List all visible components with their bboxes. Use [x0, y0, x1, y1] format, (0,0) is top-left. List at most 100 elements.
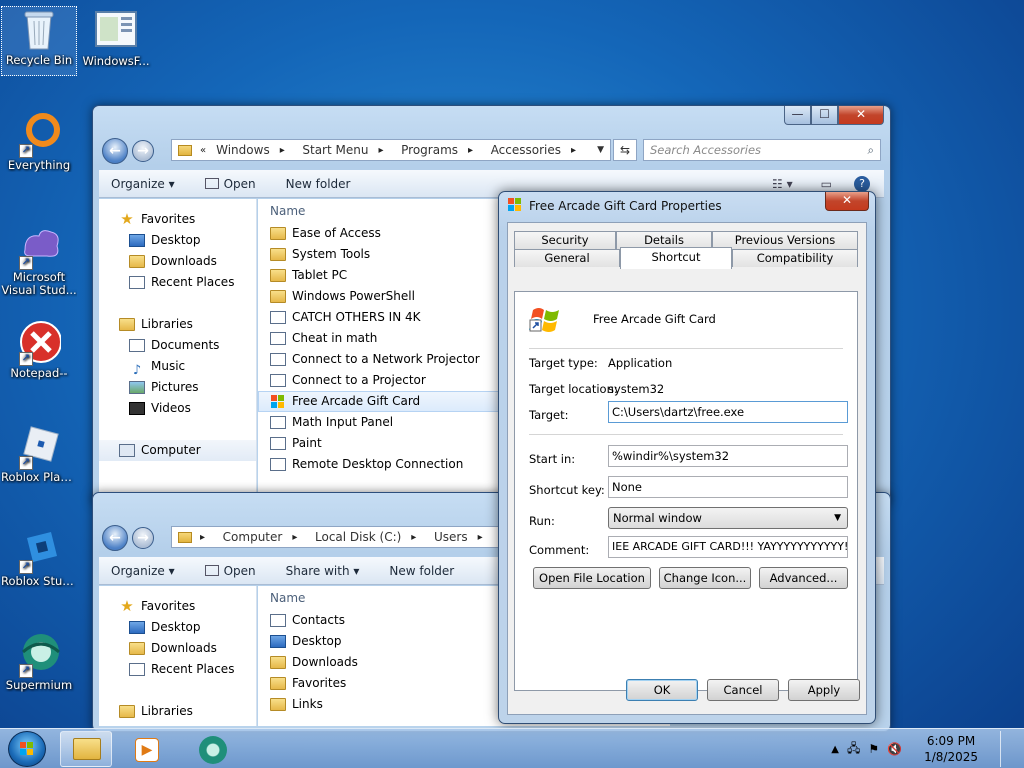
pictures-icon	[129, 381, 145, 394]
nav-music[interactable]: ♪ Music	[99, 356, 256, 378]
desktop-icon-recycle-bin[interactable]: Recycle Bin	[1, 6, 77, 76]
show-desktop-button[interactable]	[1000, 731, 1012, 767]
breadcrumb-item[interactable]: Users	[434, 530, 468, 544]
address-dropdown-icon[interactable]: ▼	[597, 145, 604, 155]
breadcrumb-item[interactable]: Accessories	[491, 143, 561, 157]
nav-libraries[interactable]: Libraries	[99, 701, 256, 722]
forward-button[interactable]: →	[132, 140, 154, 162]
start-in-field[interactable]: %windir%\system32	[608, 445, 848, 467]
downloads-icon	[270, 656, 286, 669]
nav-documents[interactable]: Documents	[99, 335, 256, 356]
desktop-icon-everything[interactable]: ↗ Everything	[1, 112, 77, 172]
downloads-icon	[129, 642, 145, 655]
properties-dialog[interactable]: Free Arcade Gift Card Properties ✕ Secur…	[498, 191, 876, 724]
refresh-button[interactable]: ⇆	[613, 139, 637, 161]
close-button[interactable]: ✕	[838, 106, 884, 125]
windows-features-icon	[94, 8, 138, 52]
nav-videos[interactable]: Videos	[99, 398, 256, 419]
breadcrumb-item[interactable]: Computer	[223, 530, 283, 544]
downloads-icon	[129, 255, 145, 268]
nav-pictures[interactable]: Pictures	[99, 377, 256, 398]
taskbar-media-player-button[interactable]: ▶	[120, 731, 172, 767]
breadcrumb-item[interactable]: Programs	[401, 143, 458, 157]
desktop-icon-roblox-player[interactable]: ↗ Roblox Player	[1, 424, 77, 484]
tab-previous-versions[interactable]: Previous Versions	[712, 231, 858, 249]
nav-downloads[interactable]: Downloads	[99, 638, 256, 659]
tab-shortcut[interactable]: Shortcut	[620, 247, 732, 269]
action-center-flag-icon[interactable]: ⚑	[868, 742, 879, 756]
preview-pane-icon[interactable]: ▭	[821, 177, 832, 191]
nav-libraries[interactable]: Libraries	[99, 314, 256, 335]
back-button[interactable]: ←	[102, 525, 128, 551]
help-icon[interactable]: ?	[854, 175, 870, 192]
nav-favorites[interactable]: ★ Favorites	[99, 596, 256, 617]
open-button[interactable]: Open	[204, 177, 256, 191]
new-folder-button[interactable]: New folder	[389, 564, 454, 578]
breadcrumb-item[interactable]: Windows	[216, 143, 270, 157]
target-location-label: Target location:	[529, 382, 618, 396]
dialog-close-button[interactable]: ✕	[825, 192, 869, 211]
show-hidden-icons-icon[interactable]: ▲	[831, 744, 839, 755]
new-folder-button[interactable]: New folder	[286, 177, 351, 191]
desktop-icon-supermium[interactable]: ↗ Supermium	[1, 632, 77, 692]
desktop-icon-roblox-studio[interactable]: ↗ Roblox Studio	[1, 528, 77, 588]
shortcut-key-field[interactable]: None	[608, 476, 848, 498]
advanced-button[interactable]: Advanced...	[759, 567, 848, 589]
breadcrumb-item[interactable]: Start Menu	[302, 143, 368, 157]
search-input[interactable]: Search Accessories ⌕	[643, 139, 881, 161]
roblox-studio-icon: ↗	[17, 528, 61, 574]
windows-logo-icon	[20, 742, 34, 755]
target-field[interactable]: C:\Users\dartz\free.exe	[608, 401, 848, 423]
network-icon[interactable]: 🖧	[847, 739, 860, 760]
open-button[interactable]: Open	[204, 564, 256, 578]
comment-field[interactable]: IEE ARCADE GIFT CARD!!! YAYYYYYYYYYYY!!!…	[608, 536, 848, 558]
breadcrumb-item[interactable]: Local Disk (C:)	[315, 530, 401, 544]
address-bar[interactable]: « Windows ▸ Start Menu ▸ Programs ▸ Accesso…	[171, 139, 611, 161]
desktop-icon-visual-studio[interactable]: ↗ Microsoft Visual Stud...	[1, 224, 77, 297]
volume-muted-icon[interactable]: 🔇	[887, 742, 902, 756]
remote-desktop-icon	[270, 458, 286, 471]
nav-downloads[interactable]: Downloads	[99, 251, 256, 272]
app-windows-logo-icon	[529, 304, 561, 337]
open-file-location-button[interactable]: Open File Location	[533, 567, 651, 589]
minimize-button[interactable]: —	[784, 106, 811, 125]
roblox-player-icon: ↗	[17, 424, 61, 470]
address-bar[interactable]: ▸ Computer▸ Local Disk (C:)▸ Users▸ dart…	[171, 526, 501, 548]
nav-computer[interactable]: Computer	[99, 440, 256, 461]
desktop-icon-notepad[interactable]: ↗ Notepad--	[1, 320, 77, 380]
shortcut-icon	[270, 332, 286, 345]
shortcut-arrow-icon: ↗	[19, 352, 33, 366]
nav-recent-places[interactable]: Recent Places	[99, 272, 256, 293]
clock[interactable]: 6:09 PM 1/8/2025	[924, 733, 978, 765]
organize-button[interactable]: Organize ▾	[111, 564, 175, 578]
tab-security[interactable]: Security	[514, 231, 616, 249]
star-icon: ★	[120, 597, 134, 615]
tab-compatibility[interactable]: Compatibility	[732, 249, 858, 267]
folder-icon	[73, 738, 101, 760]
view-options-icon[interactable]: ☷ ▾	[772, 177, 793, 191]
back-button[interactable]: ←	[102, 138, 128, 164]
apply-button[interactable]: Apply	[788, 679, 860, 701]
taskbar-supermium-button[interactable]	[186, 731, 238, 767]
ok-button[interactable]: OK	[626, 679, 698, 701]
share-with-button[interactable]: Share with ▾	[286, 564, 360, 578]
cancel-button[interactable]: Cancel	[707, 679, 779, 701]
organize-button[interactable]: Organize ▾	[111, 177, 175, 191]
paint-icon	[270, 437, 286, 450]
everything-search-icon: ↗	[17, 112, 61, 158]
change-icon-button[interactable]: Change Icon...	[659, 567, 751, 589]
libraries-icon	[119, 705, 135, 718]
run-select[interactable]: Normal window ▼	[608, 507, 848, 529]
nav-recent-places[interactable]: Recent Places	[99, 659, 256, 680]
start-button[interactable]	[8, 731, 46, 767]
shortcut-arrow-icon: ↗	[19, 664, 33, 678]
taskbar-explorer-button[interactable]	[60, 731, 112, 767]
nav-desktop[interactable]: Desktop	[99, 230, 256, 251]
folder-icon	[178, 531, 192, 543]
desktop-icon-windowsf[interactable]: WindowsF...	[78, 8, 154, 68]
nav-desktop[interactable]: Desktop	[99, 617, 256, 638]
tab-general[interactable]: General	[514, 249, 620, 267]
nav-favorites[interactable]: ★ Favorites	[99, 209, 256, 230]
forward-button[interactable]: →	[132, 527, 154, 549]
maximize-button[interactable]: ☐	[811, 106, 838, 125]
